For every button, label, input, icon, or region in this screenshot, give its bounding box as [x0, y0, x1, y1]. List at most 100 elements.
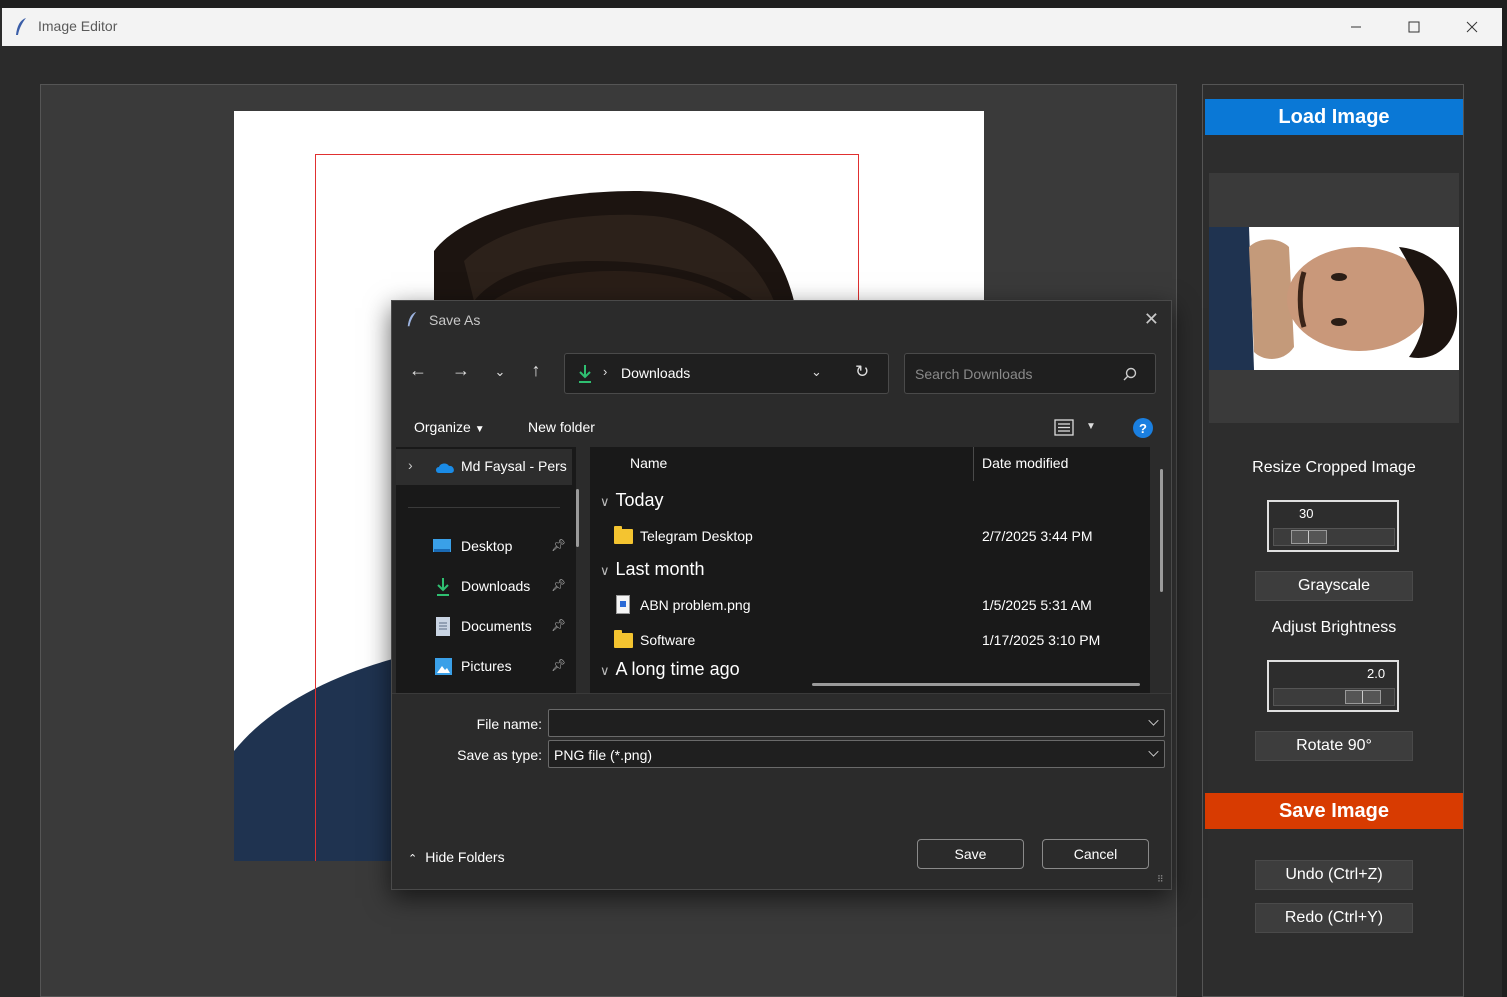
brightness-slider-thumb[interactable]	[1345, 690, 1381, 704]
vertical-scrollbar[interactable]	[1160, 469, 1163, 592]
cropped-preview	[1209, 173, 1459, 423]
resize-slider-track[interactable]	[1273, 528, 1395, 546]
nav-divider	[408, 507, 560, 508]
pictures-icon	[435, 658, 452, 675]
file-row[interactable]: Telegram Desktop 2/7/2025 3:44 PM	[590, 520, 1150, 554]
chevron-down-icon[interactable]	[1148, 746, 1159, 757]
nav-item-downloads[interactable]: Downloads 📌︎	[396, 569, 572, 605]
preview-illustration	[1209, 227, 1459, 370]
column-header-date[interactable]: Date modified	[982, 455, 1068, 471]
maximize-button[interactable]	[1385, 8, 1443, 46]
dialog-footer: File name: Save as type: PNG file (*.png…	[392, 693, 1171, 889]
back-arrow-icon[interactable]: ←	[406, 360, 430, 381]
view-options-icon[interactable]	[1054, 419, 1074, 436]
png-file-icon	[616, 595, 630, 614]
view-dropdown-icon[interactable]: ▼	[1086, 421, 1096, 432]
minimize-icon	[1351, 26, 1361, 28]
organize-label: Organize	[414, 419, 471, 435]
nav-item-pictures[interactable]: Pictures 📌︎	[396, 649, 572, 685]
grayscale-button[interactable]: Grayscale	[1255, 571, 1413, 601]
load-image-button[interactable]: Load Image	[1205, 99, 1463, 135]
horizontal-scrollbar[interactable]	[812, 683, 1140, 686]
nav-item-onedrive[interactable]: › Md Faysal - Pers	[396, 449, 572, 485]
background-window-edge	[1502, 0, 1507, 997]
download-icon	[579, 365, 591, 383]
dialog-title: Save As	[429, 312, 481, 328]
group-header-today[interactable]: ∨ Today	[600, 490, 664, 511]
group-label: A long time ago	[615, 659, 740, 679]
tools-panel: Load Image Resize Cropped Image 30 Grays…	[1202, 84, 1464, 997]
navigation-pane: › Md Faysal - Pers Desktop 📌︎ Downloads …	[396, 447, 576, 693]
file-list: Name Date modified ∨ Today Telegram Deskt…	[590, 447, 1150, 693]
undo-button[interactable]: Undo (Ctrl+Z)	[1255, 860, 1413, 890]
minimize-button[interactable]	[1327, 8, 1385, 46]
brightness-label: Adjust Brightness	[1271, 619, 1397, 636]
breadcrumb-location[interactable]: Downloads	[621, 365, 690, 381]
collapse-chevron-icon: ∨	[600, 563, 610, 578]
folder-icon	[614, 526, 633, 544]
up-arrow-icon[interactable]: ↑	[524, 360, 548, 381]
breadcrumb-chevron-icon: ›	[603, 364, 608, 379]
close-button[interactable]	[1443, 8, 1501, 46]
dialog-title-bar: Save As ✕	[392, 301, 1171, 339]
pin-icon: 📌︎	[551, 618, 567, 632]
save-type-select[interactable]: PNG file (*.png)	[548, 740, 1165, 768]
documents-icon	[436, 617, 450, 636]
close-icon	[1466, 21, 1478, 33]
group-header-long-ago[interactable]: ∨ A long time ago	[600, 659, 740, 680]
resize-grip-icon[interactable]: ⠿	[1157, 874, 1164, 885]
search-placeholder: Search Downloads	[915, 366, 1033, 382]
group-label: Last month	[615, 559, 705, 579]
resize-slider-thumb[interactable]	[1291, 530, 1327, 544]
column-header-name[interactable]: Name	[630, 455, 667, 471]
file-row[interactable]: Software 1/17/2025 3:10 PM	[590, 624, 1150, 658]
address-dropdown-icon[interactable]: ⌄	[811, 364, 822, 380]
redo-button[interactable]: Redo (Ctrl+Y)	[1255, 903, 1413, 933]
recent-locations-chevron-icon[interactable]: ⌄	[488, 364, 512, 380]
nav-scrollbar[interactable]	[576, 489, 579, 547]
search-icon	[1123, 367, 1137, 381]
pin-icon: 📌︎	[551, 658, 567, 672]
resize-slider[interactable]: 30	[1267, 500, 1399, 552]
preview-image	[1209, 227, 1459, 370]
file-date: 2/7/2025 3:44 PM	[982, 528, 1093, 544]
brightness-slider-track[interactable]	[1273, 688, 1395, 706]
group-header-last-month[interactable]: ∨ Last month	[600, 559, 705, 580]
file-name: Telegram Desktop	[640, 528, 753, 544]
chevron-down-icon[interactable]	[1148, 715, 1159, 726]
background-window-strip	[0, 0, 1507, 8]
brightness-value: 2.0	[1367, 666, 1386, 681]
nav-item-documents[interactable]: Documents 📌︎	[396, 609, 572, 645]
column-divider[interactable]	[973, 447, 974, 481]
forward-arrow-icon[interactable]: →	[449, 360, 473, 381]
file-row[interactable]: ABN problem.png 1/5/2025 5:31 AM	[590, 589, 1150, 623]
address-bar[interactable]: › Downloads ⌄ ↻	[564, 353, 889, 394]
window-title: Image Editor	[38, 18, 118, 34]
help-icon[interactable]: ?	[1133, 418, 1153, 438]
nav-item-label: Desktop	[461, 538, 513, 554]
hide-folders-toggle[interactable]: ⌃ Hide Folders	[408, 849, 505, 865]
file-name: ABN problem.png	[640, 597, 751, 613]
save-as-dialog: Save As ✕ ← → ⌄ ↑ › Downloads ⌄ ↻ Search…	[391, 300, 1172, 890]
file-name: Software	[640, 632, 696, 648]
new-folder-button[interactable]: New folder	[528, 419, 595, 435]
expand-chevron-icon[interactable]: ›	[408, 457, 413, 473]
save-type-label: Save as type:	[457, 747, 542, 763]
collapse-chevron-icon: ∨	[600, 663, 610, 678]
nav-item-label: Documents	[461, 618, 532, 634]
organize-menu[interactable]: Organize ▼	[414, 419, 485, 435]
feather-icon	[407, 311, 417, 327]
rotate-button[interactable]: Rotate 90°	[1255, 731, 1413, 761]
save-image-button[interactable]: Save Image	[1205, 793, 1463, 829]
save-button[interactable]: Save	[917, 839, 1024, 869]
resize-label: Resize Cropped Image	[1252, 459, 1416, 476]
brightness-slider[interactable]: 2.0	[1267, 660, 1399, 712]
nav-item-desktop[interactable]: Desktop 📌︎	[396, 529, 572, 565]
file-name-field[interactable]	[548, 709, 1165, 737]
refresh-icon[interactable]: ↻	[855, 362, 869, 382]
search-input[interactable]: Search Downloads	[904, 353, 1156, 394]
cancel-button[interactable]: Cancel	[1042, 839, 1149, 869]
download-icon	[437, 578, 449, 596]
nav-item-label: Md Faysal - Pers	[461, 458, 567, 474]
dialog-close-icon[interactable]: ✕	[1144, 309, 1159, 330]
